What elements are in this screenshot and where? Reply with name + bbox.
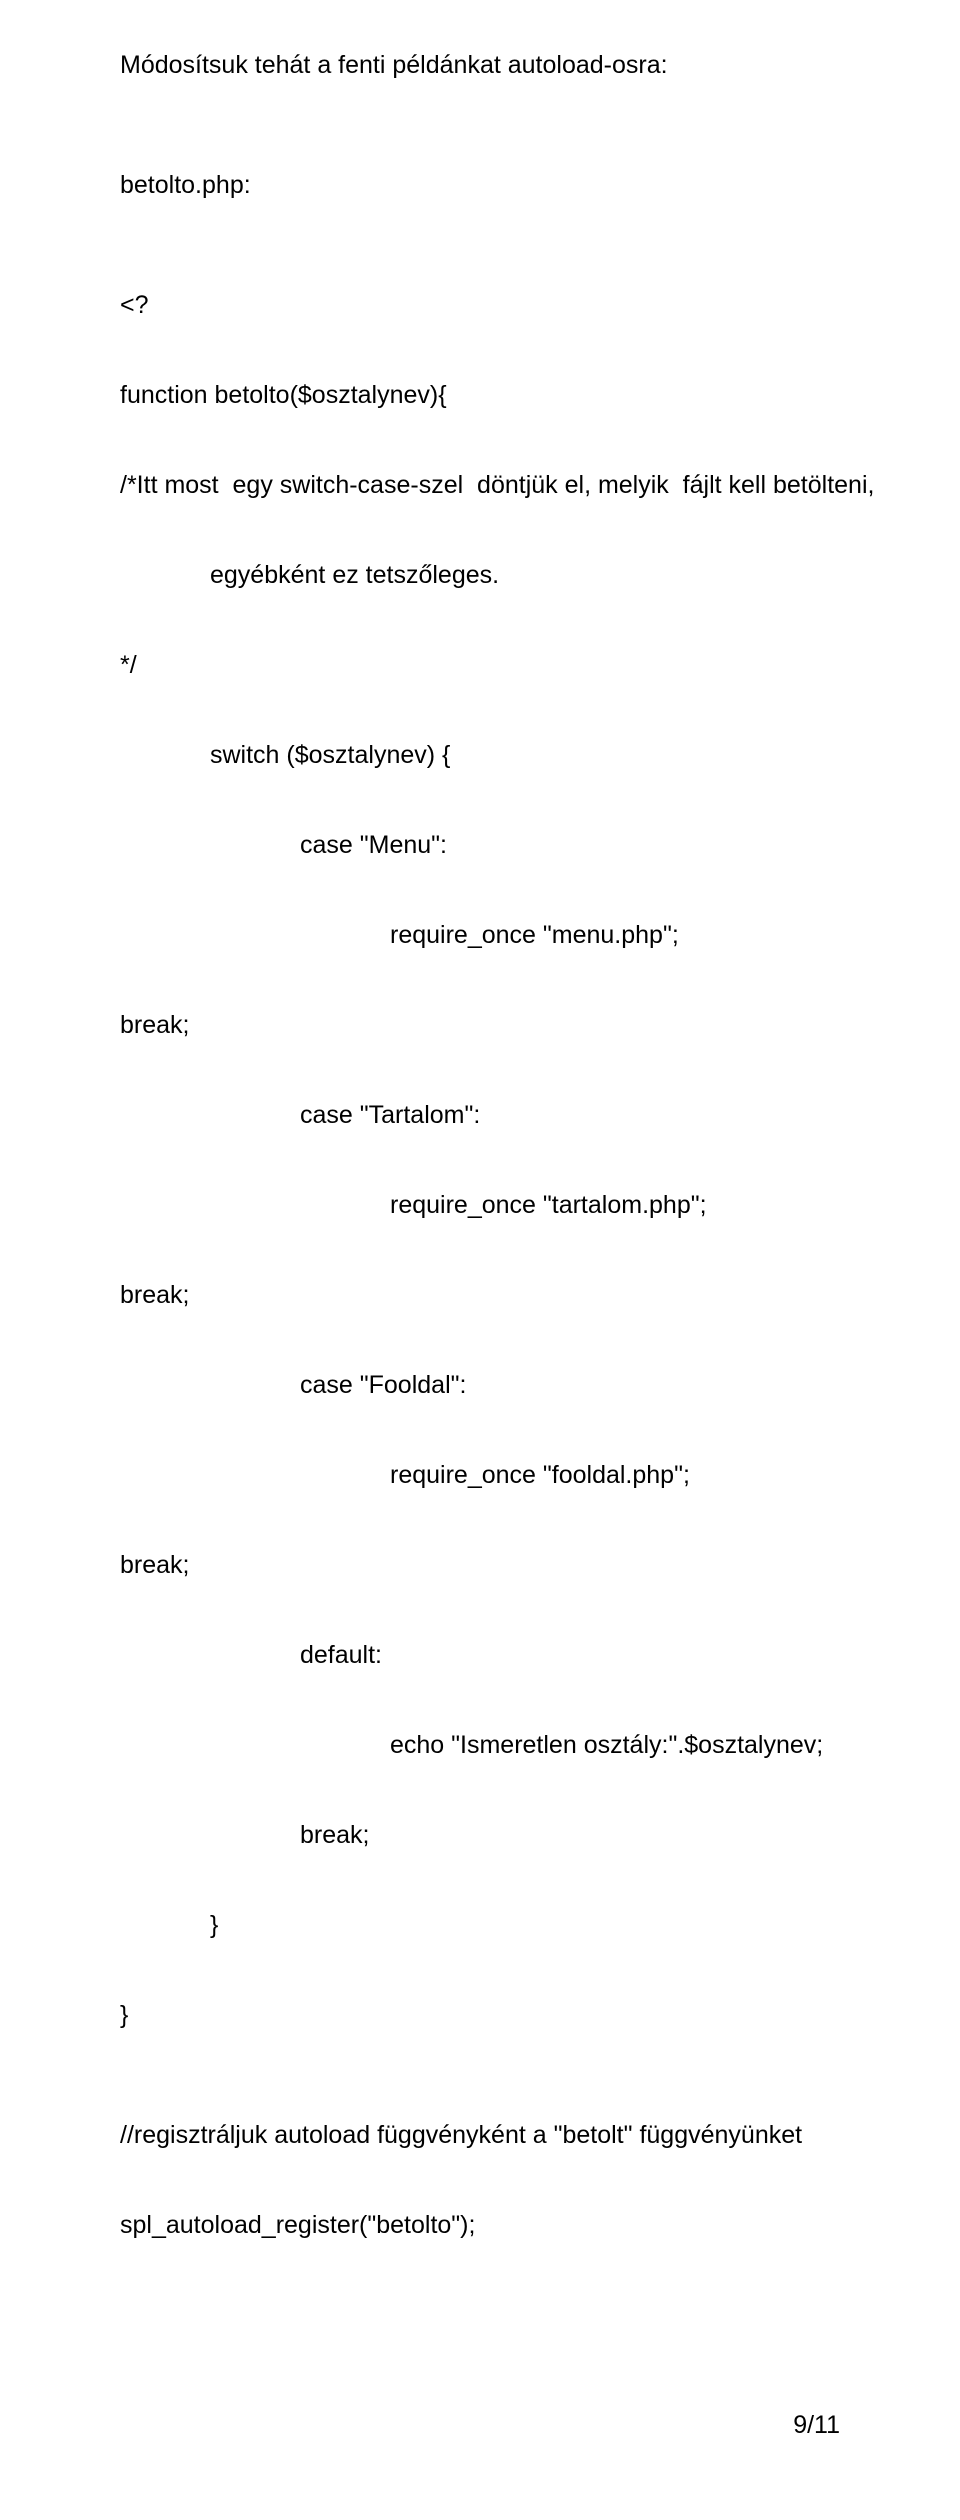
code-line: /*Itt most egy switch-case-szel döntjük …	[120, 470, 840, 500]
code-line: break;	[120, 1550, 840, 1580]
code-line: case "Tartalom":	[120, 1100, 840, 1130]
code-line: break;	[120, 1280, 840, 1310]
code-line: betolto.php:	[120, 170, 840, 200]
code-line: echo "Ismeretlen osztály:".$osztalynev;	[120, 1730, 840, 1760]
code-line: <?	[120, 290, 840, 320]
code-line: case "Fooldal":	[120, 1370, 840, 1400]
code-line: require_once "tartalom.php";	[120, 1190, 840, 1220]
intro-paragraph: Módosítsuk tehát a fenti példánkat autol…	[120, 50, 840, 80]
code-line: }	[120, 2000, 840, 2030]
code-line: case "Menu":	[120, 830, 840, 860]
code-line: spl_autoload_register("betolto");	[120, 2210, 840, 2240]
code-line: require_once "fooldal.php";	[120, 1460, 840, 1490]
page-number: 9/11	[120, 2410, 840, 2440]
code-line: default:	[120, 1640, 840, 1670]
code-line: break;	[120, 1010, 840, 1040]
code-line: egyébként ez tetszőleges.	[120, 560, 840, 590]
code-line: require_once "menu.php";	[120, 920, 840, 950]
code-line: switch ($osztalynev) {	[120, 740, 840, 770]
code-line: //regisztráljuk autoload függvényként a …	[120, 2120, 840, 2150]
code-line: */	[120, 650, 840, 680]
code-line: function betolto($osztalynev){	[120, 380, 840, 410]
code-line: break;	[120, 1820, 840, 1850]
code-block: betolto.php: <? function betolto($osztal…	[120, 140, 840, 2270]
code-line: }	[120, 1910, 840, 1940]
